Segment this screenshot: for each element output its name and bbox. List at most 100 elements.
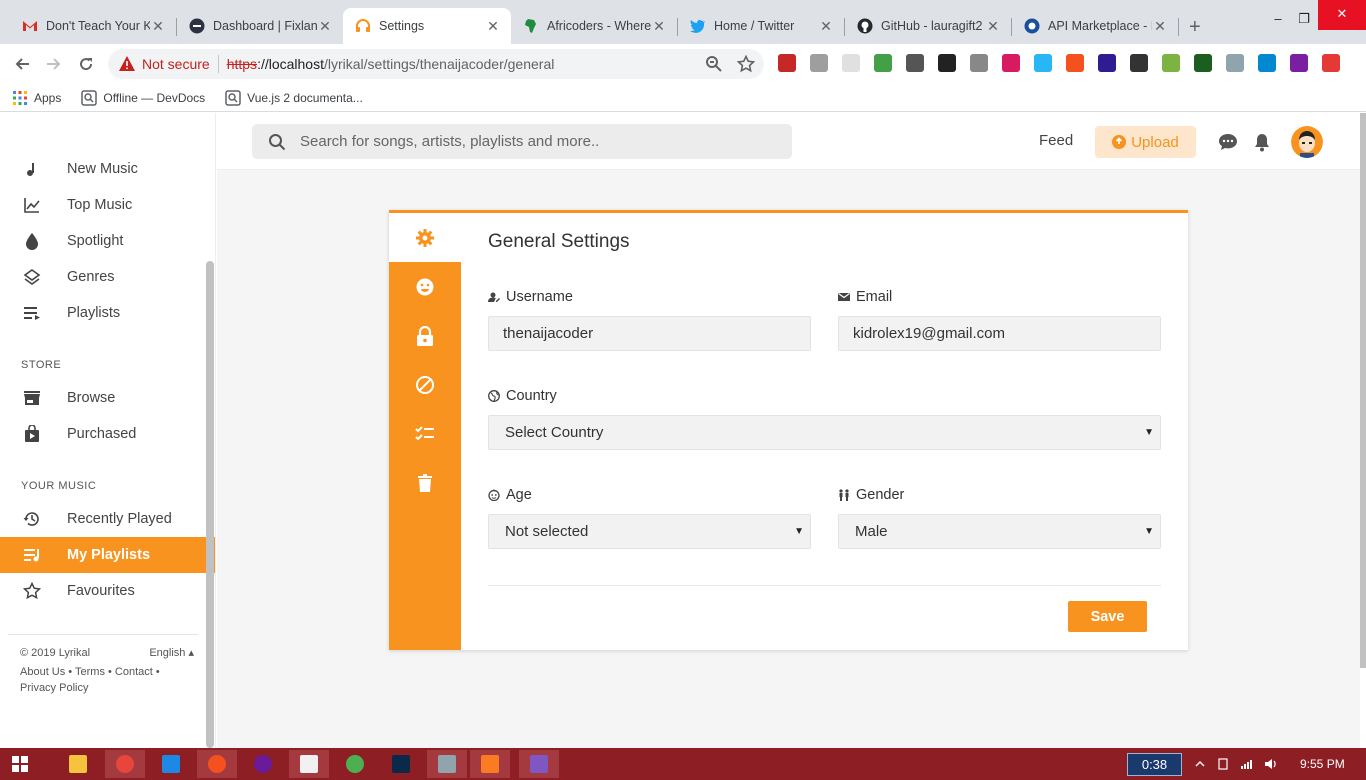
start-button[interactable] <box>0 750 40 778</box>
taskbar-file-explorer[interactable] <box>58 750 98 778</box>
username-field[interactable]: thenaijacoder <box>488 316 811 351</box>
taskbar-image-viewer[interactable] <box>427 750 467 778</box>
taskbar-vscode[interactable] <box>151 750 191 778</box>
sidebar-item-genres[interactable]: Genres <box>0 259 215 295</box>
extension-icon[interactable] <box>1322 54 1340 72</box>
sidebar-item-browse[interactable]: Browse <box>0 380 215 416</box>
timer-widget[interactable]: 0:38 <box>1127 753 1182 776</box>
bookmark-apps[interactable]: Apps <box>12 90 61 106</box>
zoom-icon[interactable] <box>705 55 723 73</box>
taskbar-settings-app[interactable] <box>519 750 559 778</box>
bell-icon[interactable] <box>1252 132 1272 152</box>
address-bar[interactable]: Not secure https://localhost/lyrikal/set… <box>108 49 764 79</box>
tab-twitter[interactable]: Home / Twitter ✕ <box>678 8 844 44</box>
chevron-up-icon[interactable] <box>1193 758 1207 770</box>
tab-general-settings[interactable] <box>389 213 461 262</box>
tab-africoders[interactable]: Africoders - Where ✕ <box>511 8 677 44</box>
extension-icon[interactable] <box>1034 54 1052 72</box>
taskbar-mongodb[interactable] <box>289 750 329 778</box>
sidebar-item-playlists[interactable]: Playlists <box>0 295 215 331</box>
tab-github[interactable]: GitHub - lauragift2 ✕ <box>845 8 1011 44</box>
tab-settings[interactable]: Settings ✕ <box>343 8 511 44</box>
extension-icon[interactable] <box>1162 54 1180 72</box>
url-text[interactable]: https://localhost/lyrikal/settings/thena… <box>227 56 555 72</box>
taskbar-app-red[interactable] <box>197 750 237 778</box>
clock[interactable]: 9:55 PM <box>1300 757 1345 771</box>
extension-icon[interactable] <box>810 54 828 72</box>
extension-icon[interactable] <box>778 54 796 72</box>
taskbar-chrome[interactable] <box>105 750 145 778</box>
extension-icon[interactable] <box>1066 54 1084 72</box>
bookmark-star-icon[interactable] <box>737 55 755 73</box>
email-field[interactable]: kidrolex19@gmail.com <box>838 316 1161 351</box>
avatar[interactable] <box>1291 126 1323 158</box>
tab-close-icon[interactable]: ✕ <box>150 18 166 35</box>
sidebar-item-recently-played[interactable]: Recently Played <box>0 501 215 537</box>
search-input[interactable]: Search for songs, artists, playlists and… <box>252 124 792 159</box>
reload-button[interactable] <box>74 52 98 76</box>
window-close-button[interactable]: ✕ <box>1318 0 1366 30</box>
extension-icon[interactable] <box>970 54 988 72</box>
taskbar-photoshop[interactable] <box>381 750 421 778</box>
chat-icon[interactable] <box>1218 132 1238 152</box>
extension-icon[interactable] <box>1098 54 1116 72</box>
gender-select[interactable]: Male ▼ <box>838 514 1161 549</box>
tab-delete-account[interactable] <box>389 458 461 507</box>
form-divider <box>488 585 1161 586</box>
bookmark-vue-docs[interactable]: Vue.js 2 documenta... <box>225 89 363 106</box>
age-select[interactable]: Not selected ▼ <box>488 514 811 549</box>
extension-icon[interactable] <box>1258 54 1276 72</box>
devdocs-icon <box>81 89 98 106</box>
omnibox-separator <box>217 55 219 73</box>
sidebar-item-purchased[interactable]: Purchased <box>0 416 215 452</box>
block-icon <box>416 375 434 394</box>
upload-button[interactable]: Upload <box>1095 126 1196 158</box>
language-selector[interactable]: English ▴ <box>149 645 194 661</box>
tab-close-icon[interactable]: ✕ <box>985 18 1001 35</box>
sidebar-item-top-music[interactable]: Top Music <box>0 187 215 223</box>
extension-icon[interactable] <box>906 54 924 72</box>
sidebar-item-spotlight[interactable]: Spotlight <box>0 223 215 259</box>
sidebar-item-new-music[interactable]: New Music <box>0 151 215 187</box>
save-button[interactable]: Save <box>1068 601 1147 632</box>
extension-icon[interactable] <box>874 54 892 72</box>
sidebar-item-my-playlists[interactable]: My Playlists <box>0 537 215 573</box>
power-icon[interactable] <box>1216 758 1230 770</box>
tab-close-icon[interactable]: ✕ <box>485 18 501 35</box>
tab-rapidapi[interactable]: API Marketplace - F ✕ <box>1012 8 1178 44</box>
taskbar-app-purple[interactable] <box>243 750 283 778</box>
tab-fixlance[interactable]: Dashboard | Fixlanc ✕ <box>177 8 343 44</box>
footer-links[interactable]: About Us • Terms • Contact • <box>20 664 198 680</box>
sidebar-scrollbar[interactable] <box>206 261 214 748</box>
extension-icon[interactable] <box>1130 54 1148 72</box>
extension-icon[interactable] <box>1226 54 1244 72</box>
bookmark-devdocs[interactable]: Offline — DevDocs <box>81 89 205 106</box>
extension-icon[interactable] <box>938 54 956 72</box>
taskbar-xampp[interactable] <box>470 750 510 778</box>
back-button[interactable] <box>10 52 34 76</box>
page-scrollbar[interactable] <box>1360 113 1366 668</box>
taskbar-mongodb-compass[interactable] <box>335 750 375 778</box>
tab-preferences[interactable] <box>389 409 461 458</box>
tab-close-icon[interactable]: ✕ <box>317 18 333 35</box>
extension-icon[interactable] <box>1290 54 1308 72</box>
extension-icon[interactable] <box>842 54 860 72</box>
privacy-policy-link[interactable]: Privacy Policy <box>20 680 198 696</box>
tab-gmail[interactable]: Don't Teach Your K ✕ <box>10 8 176 44</box>
new-tab-button[interactable]: + <box>1189 17 1201 37</box>
speaker-icon[interactable] <box>1264 758 1278 770</box>
tab-close-icon[interactable]: ✕ <box>651 18 667 35</box>
tab-close-icon[interactable]: ✕ <box>818 18 834 35</box>
extension-icon[interactable] <box>1194 54 1212 72</box>
tab-blocked[interactable] <box>389 360 461 409</box>
sidebar-item-favourites[interactable]: Favourites <box>0 573 215 609</box>
country-select[interactable]: Select Country ▼ <box>488 415 1161 450</box>
feed-link[interactable]: Feed <box>1039 132 1073 149</box>
forward-button[interactable] <box>42 52 66 76</box>
extension-icon[interactable] <box>1002 54 1020 72</box>
tab-security[interactable] <box>389 311 461 360</box>
tab-close-icon[interactable]: ✕ <box>1152 18 1168 35</box>
signal-icon[interactable] <box>1240 758 1254 770</box>
tab-profile[interactable] <box>389 262 461 311</box>
security-status[interactable]: Not secure <box>142 56 210 72</box>
